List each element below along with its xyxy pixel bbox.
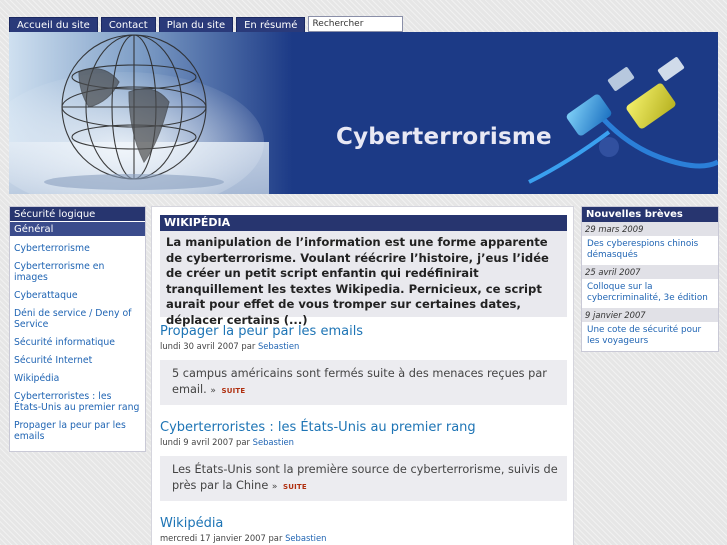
news-date: 25 avril 2007 bbox=[582, 265, 718, 279]
nav-summary[interactable]: En résumé bbox=[236, 17, 306, 32]
sidebar-item-securite-internet[interactable]: Sécurité Internet bbox=[14, 351, 141, 369]
article-title[interactable]: Cyberterroristes : les États-Unis au pre… bbox=[160, 420, 567, 436]
sidebar-item-deni-de-service[interactable]: Déni de service / Deny of Service bbox=[14, 304, 141, 333]
left-sidebar: Sécurité logique Général Cyberterrorisme… bbox=[9, 206, 146, 452]
article-summary-text: Les États-Unis sont la première source d… bbox=[172, 463, 558, 492]
sidebar-item-cyberattaque[interactable]: Cyberattaque bbox=[14, 286, 141, 304]
sidebar-selected-section[interactable]: Général bbox=[10, 222, 145, 237]
featured-heading[interactable]: WIKIPÉDIA bbox=[160, 215, 567, 231]
sidebar-item-cyberterrorisme[interactable]: Cyberterrorisme bbox=[14, 239, 141, 257]
search-input[interactable] bbox=[308, 16, 404, 32]
header-banner: Cyberterrorisme bbox=[9, 32, 718, 194]
article-item: Propager la peur par les emails lundi 30… bbox=[160, 324, 567, 405]
read-more-link[interactable]: SUITE bbox=[283, 483, 307, 491]
article-item: Wikipédia mercredi 17 janvier 2007 par S… bbox=[160, 516, 567, 543]
article-title[interactable]: Propager la peur par les emails bbox=[160, 324, 567, 340]
nav-home[interactable]: Accueil du site bbox=[9, 17, 98, 32]
sidebar-item-cyberterrorisme-images[interactable]: Cyberterrorisme en images bbox=[14, 257, 141, 286]
sidebar-item-cyberterroristes[interactable]: Cyberterroristes : les États-Unis au pre… bbox=[14, 387, 141, 416]
top-navigation: Accueil du site Contact Plan du site En … bbox=[9, 16, 404, 32]
article-summary: 5 campus américains sont fermés suite à … bbox=[160, 360, 567, 405]
nav-sitemap[interactable]: Plan du site bbox=[158, 17, 234, 32]
banner-artwork bbox=[9, 34, 718, 194]
read-more-link[interactable]: SUITE bbox=[221, 387, 245, 395]
article-date: mercredi 17 janvier 2007 par bbox=[160, 533, 286, 543]
sidebar-heading[interactable]: Sécurité logique bbox=[10, 207, 145, 222]
network-cables-graphic bbox=[528, 57, 718, 184]
article-meta: lundi 30 avril 2007 par Sebastien bbox=[160, 341, 567, 351]
nav-contact[interactable]: Contact bbox=[100, 17, 156, 32]
article-summary: Les États-Unis sont la première source d… bbox=[160, 456, 567, 501]
news-date: 29 mars 2009 bbox=[582, 222, 718, 236]
arrow-right-icon: » bbox=[210, 386, 216, 396]
news-date: 9 janvier 2007 bbox=[582, 308, 718, 322]
arrow-right-icon: » bbox=[271, 482, 278, 492]
article-author[interactable]: Sebastien bbox=[285, 533, 326, 543]
sidebar-item-wikipedia[interactable]: Wikipédia bbox=[14, 369, 141, 387]
article-date: lundi 9 avril 2007 par bbox=[160, 437, 253, 447]
news-link[interactable]: Des cyberespions chinois démasqués bbox=[582, 236, 718, 265]
news-link[interactable]: Une cote de sécurité pour les voyageurs bbox=[582, 322, 718, 351]
article-meta: lundi 9 avril 2007 par Sebastien bbox=[160, 437, 567, 447]
sidebar-item-securite-informatique[interactable]: Sécurité informatique bbox=[14, 333, 141, 351]
news-sidebar: Nouvelles brèves 29 mars 2009 Des cybere… bbox=[581, 206, 719, 352]
news-link[interactable]: Colloque sur la cybercriminalité, 3e édi… bbox=[582, 279, 718, 308]
article-title[interactable]: Wikipédia bbox=[160, 516, 567, 532]
article-author[interactable]: Sebastien bbox=[253, 437, 294, 447]
article-item: Cyberterroristes : les États-Unis au pre… bbox=[160, 420, 567, 501]
featured-text: La manipulation de l’information est une… bbox=[166, 235, 549, 327]
article-author[interactable]: Sebastien bbox=[258, 341, 299, 351]
main-content: WIKIPÉDIA La manipulation de l’informati… bbox=[151, 206, 574, 545]
article-meta: mercredi 17 janvier 2007 par Sebastien bbox=[160, 533, 567, 543]
sidebar-item-propager-la-peur[interactable]: Propager la peur par les emails bbox=[14, 416, 141, 445]
featured-article: WIKIPÉDIA La manipulation de l’informati… bbox=[160, 215, 567, 327]
news-heading[interactable]: Nouvelles brèves bbox=[582, 207, 718, 222]
site-title: Cyberterrorisme bbox=[336, 124, 552, 150]
article-date: lundi 30 avril 2007 par bbox=[160, 341, 258, 351]
